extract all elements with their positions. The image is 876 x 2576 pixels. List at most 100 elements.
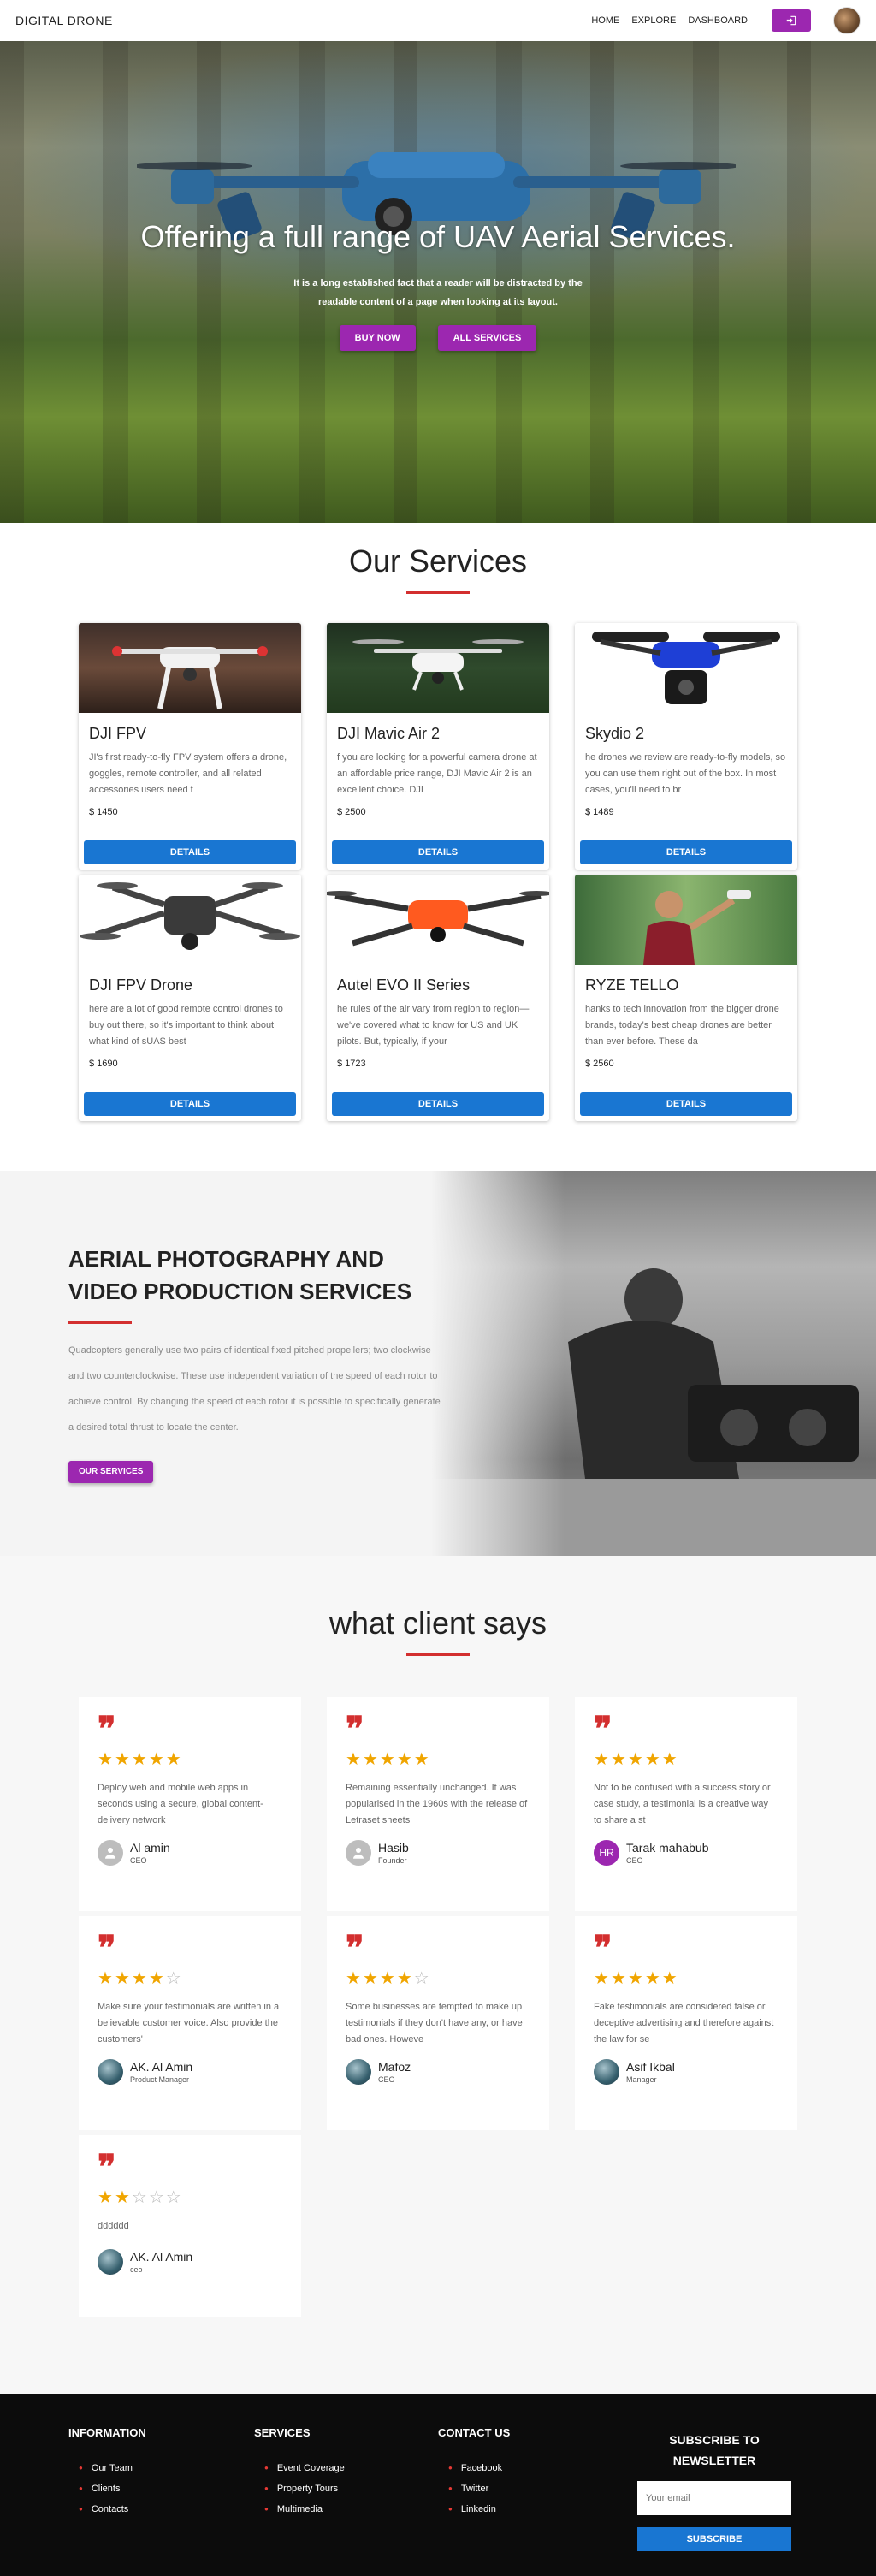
details-button[interactable]: DETAILS (580, 840, 792, 864)
testimonials-section: what client says ❞ ★★★★★ Deploy web and … (0, 1556, 876, 2394)
service-name: RYZE TELLO (585, 976, 679, 994)
author-avatar (98, 2249, 123, 2275)
star-empty-icon: ☆ (413, 1969, 431, 1988)
author-name: Tarak mahabub (626, 1841, 709, 1855)
nav-link-home[interactable]: HOME (591, 15, 619, 26)
star-filled-icon: ★ (379, 1750, 397, 1769)
footer-link-linkedin[interactable]: Linkedin (438, 2499, 510, 2520)
footer-link-contacts[interactable]: Contacts (68, 2499, 146, 2520)
service-card: RYZE TELLO hanks to tech innovation from… (575, 875, 797, 1121)
details-button[interactable]: DETAILS (84, 840, 296, 864)
footer-information: INFORMATION Our Team Clients Contacts (68, 2426, 146, 2520)
user-avatar[interactable] (833, 7, 861, 34)
service-name: DJI Mavic Air 2 (337, 725, 441, 742)
star-filled-icon: ★ (346, 1969, 363, 1988)
footer-link-property-tours[interactable]: Property Tours (254, 2478, 345, 2499)
testimonial-card: ❞ ★★☆☆☆ dddddd AK. Al Amin ceo (79, 2135, 301, 2317)
star-filled-icon: ★ (98, 1750, 115, 1769)
all-services-button[interactable]: ALL SERVICES (437, 325, 537, 351)
nav-link-dashboard[interactable]: DASHBOARD (688, 15, 748, 26)
hero-subtitle: It is a long established fact that a rea… (293, 278, 583, 307)
details-button[interactable]: DETAILS (332, 840, 544, 864)
footer-link-twitter[interactable]: Twitter (438, 2478, 510, 2499)
service-name: DJI FPV (89, 725, 147, 742)
star-filled-icon: ★ (396, 1750, 414, 1769)
testimonial-text: Not to be confused with a success story … (594, 1783, 771, 1825)
quote-icon: ❞ (98, 2147, 116, 2187)
buy-now-button[interactable]: BUY NOW (339, 325, 416, 351)
testimonial-author: HR Tarak mahabub CEO (594, 1840, 778, 1866)
testimonial-card: ❞ ★★★★★ Deploy web and mobile web apps i… (79, 1697, 301, 1911)
footer-link-facebook[interactable]: Facebook (438, 2458, 510, 2478)
author-avatar (98, 2059, 123, 2085)
service-card: Skydio 2 he drones we review are ready-t… (575, 623, 797, 870)
author-role: CEO (626, 1856, 643, 1865)
quote-icon: ❞ (346, 1928, 364, 1968)
author-role: CEO (378, 2075, 395, 2084)
brand-logo[interactable]: DIGITAL DRONE (15, 14, 113, 27)
about-title: AERIAL PHOTOGRAPHY AND VIDEO PRODUCTION … (68, 1246, 412, 1304)
details-button[interactable]: DETAILS (332, 1092, 544, 1116)
testimonial-card: ❞ ★★★★★ Remaining essentially unchanged.… (327, 1697, 549, 1911)
service-image (327, 875, 549, 965)
star-empty-icon: ☆ (148, 2188, 166, 2207)
service-name: Skydio 2 (585, 725, 645, 742)
star-filled-icon: ★ (413, 1750, 431, 1769)
star-filled-icon: ★ (362, 1969, 380, 1988)
testimonial-text: dddddd (98, 2221, 129, 2231)
footer-link-event-coverage[interactable]: Event Coverage (254, 2458, 345, 2478)
rating-stars: ★★★★☆ (346, 1968, 530, 1989)
our-services-button[interactable]: OUR SERVICES (68, 1461, 154, 1483)
author-avatar (346, 2059, 371, 2085)
footer-services: SERVICES Event Coverage Property Tours M… (254, 2426, 345, 2520)
service-image (79, 623, 301, 713)
footer-link-multimedia[interactable]: Multimedia (254, 2499, 345, 2520)
service-card: Autel EVO II Series he rules of the air … (327, 875, 549, 1121)
star-empty-icon: ☆ (165, 1969, 183, 1988)
rating-stars: ★★★★★ (594, 1968, 778, 1989)
email-input[interactable] (637, 2481, 791, 2515)
star-filled-icon: ★ (610, 1969, 628, 1988)
services-section: Our Services DJI FPV JI's first ready-to… (0, 523, 876, 1121)
service-image (575, 623, 797, 713)
testimonial-text: Make sure your testimonials are written … (98, 2002, 280, 2045)
service-price: $ 1690 (89, 1059, 118, 1069)
author-role: Product Manager (130, 2075, 190, 2084)
author-name: Al amin (130, 1841, 170, 1855)
footer-link-clients[interactable]: Clients (68, 2478, 146, 2499)
testimonial-card: ❞ ★★★★☆ Make sure your testimonials are … (79, 1916, 301, 2130)
testimonials-grid: ❞ ★★★★★ Deploy web and mobile web apps i… (79, 1697, 797, 2317)
logout-button[interactable] (772, 9, 811, 32)
star-filled-icon: ★ (594, 1750, 611, 1769)
service-price: $ 2560 (585, 1059, 614, 1069)
quote-icon: ❞ (346, 1709, 364, 1749)
aerial-photography-section: AERIAL PHOTOGRAPHY AND VIDEO PRODUCTION … (0, 1171, 876, 1556)
star-filled-icon: ★ (594, 1969, 611, 1988)
quote-icon: ❞ (594, 1928, 613, 1968)
footer-contact-title: CONTACT US (438, 2426, 511, 2439)
author-avatar: HR (594, 1840, 619, 1866)
newsletter: SUBSCRIBE TO NEWSLETTER SUBSCRIBE (637, 2430, 791, 2551)
subscribe-button[interactable]: SUBSCRIBE (637, 2527, 791, 2551)
star-filled-icon: ★ (396, 1969, 414, 1988)
star-filled-icon: ★ (627, 1750, 645, 1769)
about-text: AERIAL PHOTOGRAPHY AND VIDEO PRODUCTION … (68, 1243, 445, 1483)
star-filled-icon: ★ (379, 1969, 397, 1988)
quote-icon: ❞ (594, 1709, 613, 1749)
details-button[interactable]: DETAILS (580, 1092, 792, 1116)
details-button[interactable]: DETAILS (84, 1092, 296, 1116)
star-filled-icon: ★ (610, 1750, 628, 1769)
service-description: hanks to tech innovation from the bigger… (585, 1004, 779, 1047)
star-filled-icon: ★ (661, 1969, 679, 1988)
star-filled-icon: ★ (644, 1969, 662, 1988)
service-card: DJI Mavic Air 2 f you are looking for a … (327, 623, 549, 870)
newsletter-title: SUBSCRIBE TO NEWSLETTER (669, 2433, 760, 2467)
testimonial-author: Al amin CEO (98, 1840, 282, 1866)
testimonial-author: Hasib Founder (346, 1840, 530, 1866)
service-description: he rules of the air vary from region to … (337, 1004, 530, 1047)
services-title-underline (406, 591, 470, 594)
service-description: f you are looking for a powerful camera … (337, 752, 537, 795)
rating-stars: ★★☆☆☆ (98, 2187, 282, 2208)
nav-link-explore[interactable]: EXPLORE (631, 15, 676, 26)
footer-link-our-team[interactable]: Our Team (68, 2458, 146, 2478)
